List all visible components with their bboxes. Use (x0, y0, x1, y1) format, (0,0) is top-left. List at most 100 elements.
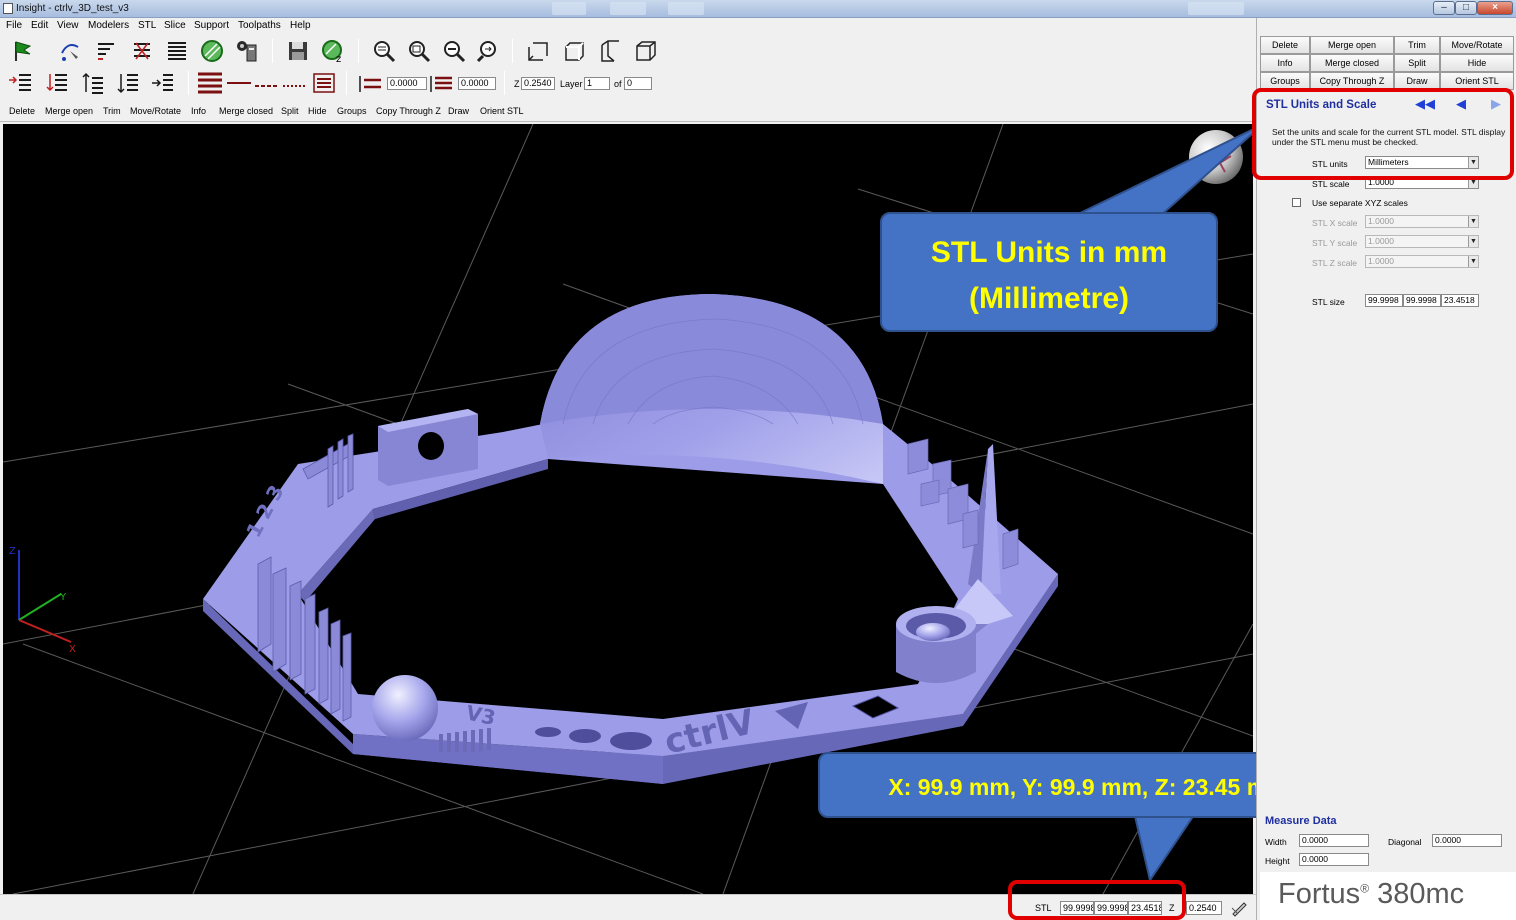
lines-left-icon[interactable] (92, 38, 120, 64)
menu-support[interactable]: Support (194, 20, 229, 31)
zoom-out-icon[interactable] (440, 38, 468, 64)
stl-size-y: 99.9998 (1403, 294, 1441, 307)
axis-x-label: X (69, 644, 76, 655)
titlebar-decoration (1188, 2, 1244, 15)
save-disk-icon[interactable] (284, 38, 312, 64)
line-width-field[interactable]: 0.0000 (458, 77, 496, 90)
titlebar-decoration (552, 2, 586, 15)
view-front-icon[interactable] (524, 38, 552, 64)
panel-move-rotate-button[interactable]: Move/Rotate (1440, 36, 1514, 54)
layer-count-field: 0 (624, 77, 652, 90)
menu-edit[interactable]: Edit (31, 20, 48, 31)
layer-field[interactable]: 1 (584, 77, 610, 90)
title-bar: Insight - ctrlv_3D_test_v3 – □ × (0, 0, 1516, 18)
measure-data-title: Measure Data (1265, 815, 1337, 827)
circle-z-icon[interactable]: z (319, 38, 347, 64)
action-info[interactable]: Info (191, 106, 206, 116)
action-delete[interactable]: Delete (9, 106, 35, 116)
circle-hatch-icon[interactable] (198, 38, 226, 64)
model-dome (540, 294, 883, 484)
insight-app: Insight - ctrlv_3D_test_v3 – □ × File Ed… (0, 0, 1516, 920)
pencil-measure-icon[interactable] (1230, 899, 1248, 917)
arrow-up-lines-icon[interactable] (80, 70, 108, 96)
stl-size-z: 23.4518 (1441, 294, 1479, 307)
units-callout-line2: (Millimetre) (968, 282, 1130, 315)
dotted-line-icon[interactable] (281, 70, 309, 96)
close-button[interactable]: × (1477, 1, 1513, 15)
stl-x-scale-dropdown[interactable]: 1.0000 ▼ (1365, 215, 1479, 228)
minimize-button[interactable]: – (1433, 1, 1455, 15)
view-box-icon[interactable] (632, 38, 660, 64)
table-lines-icon[interactable] (310, 70, 338, 96)
view-side-icon[interactable] (596, 38, 624, 64)
separate-xyz-label: Use separate XYZ scales (1312, 198, 1408, 208)
lines-cross-icon[interactable] (128, 38, 156, 64)
action-orient-stl[interactable]: Orient STL (480, 106, 524, 116)
axis-z-label: Z (9, 546, 16, 557)
model-cylinder (896, 606, 976, 683)
line-spacing-icon (356, 70, 384, 96)
stl-z-scale-dropdown[interactable]: 1.0000 ▼ (1365, 255, 1479, 268)
axis-y-label: Y (59, 592, 67, 603)
model-sphere (372, 675, 438, 741)
toolbar-separator (504, 71, 505, 95)
menu-file[interactable]: File (6, 20, 22, 31)
chevron-down-icon: ▼ (1468, 216, 1478, 227)
toolbar-secondary: 0.0000 0.0000 Z 0.2540 Layer 1 of 0 (0, 67, 1256, 100)
panel-merge-open-button[interactable]: Merge open (1310, 36, 1394, 54)
zoom-box-icon[interactable] (405, 38, 433, 64)
toolbar-separator (188, 71, 189, 95)
action-trim[interactable]: Trim (103, 106, 121, 116)
menu-toolpaths[interactable]: Toolpaths (238, 20, 281, 31)
z-height-field[interactable]: 0.2540 (521, 77, 555, 90)
toolbar-main: z (0, 35, 1256, 67)
menu-stl[interactable]: STL (138, 20, 156, 31)
arrow-lines-2-icon[interactable] (44, 70, 72, 96)
arrow-down-lines-icon[interactable] (115, 70, 143, 96)
line-spacing-field[interactable]: 0.0000 (387, 77, 427, 90)
action-hide[interactable]: Hide (308, 106, 327, 116)
menu-help[interactable]: Help (290, 20, 311, 31)
view-iso-icon[interactable] (560, 38, 588, 64)
pen-curve-icon[interactable] (56, 38, 84, 64)
separate-xyz-checkbox[interactable] (1292, 198, 1301, 207)
flag-icon[interactable] (8, 38, 36, 64)
stl-y-scale-label: STL Y scale (1312, 238, 1358, 248)
action-draw[interactable]: Draw (448, 106, 469, 116)
toolbar-separator (346, 71, 347, 95)
action-groups[interactable]: Groups (337, 106, 367, 116)
brand-logo: Fortus® 380mc (1260, 872, 1516, 920)
arrow-right-lines-icon[interactable] (150, 70, 178, 96)
z-label: Z (514, 79, 520, 89)
axis-indicator: Z Y X (9, 546, 76, 655)
action-merge-open[interactable]: Merge open (45, 106, 93, 116)
action-merge-closed[interactable]: Merge closed (219, 106, 273, 116)
single-line-icon[interactable] (225, 70, 253, 96)
action-copy-through-z[interactable]: Copy Through Z (376, 106, 441, 116)
panel-hide-button[interactable]: Hide (1440, 54, 1514, 72)
lines-hatch-icon[interactable] (163, 38, 191, 64)
width-label: Width (1265, 837, 1287, 847)
dashed-line-icon[interactable] (253, 70, 281, 96)
panel-split-button[interactable]: Split (1394, 54, 1440, 72)
zoom-in-icon[interactable] (370, 38, 398, 64)
panel-trim-button[interactable]: Trim (1394, 36, 1440, 54)
action-split[interactable]: Split (281, 106, 299, 116)
line-width-icon (427, 70, 455, 96)
arrow-lines-1-icon[interactable] (6, 70, 34, 96)
gear-tower-icon[interactable] (233, 38, 261, 64)
menu-modelers[interactable]: Modelers (88, 20, 129, 31)
stl-y-scale-dropdown[interactable]: 1.0000 ▼ (1365, 235, 1479, 248)
menu-view[interactable]: View (57, 20, 79, 31)
panel-delete-button[interactable]: Delete (1260, 36, 1310, 54)
panel-merge-closed-button[interactable]: Merge closed (1310, 54, 1394, 72)
menu-slice[interactable]: Slice (164, 20, 186, 31)
units-callout: STL Units in mm (Millimetre) (880, 212, 1218, 332)
action-move-rotate[interactable]: Move/Rotate (130, 106, 181, 116)
action-bar: Delete Merge open Trim Move/Rotate Info … (0, 100, 1256, 122)
thick-lines-icon[interactable] (196, 70, 224, 96)
diagonal-field: 0.0000 (1432, 834, 1502, 847)
panel-info-button[interactable]: Info (1260, 54, 1310, 72)
maximize-button[interactable]: □ (1455, 1, 1477, 15)
zoom-pan-icon[interactable] (475, 38, 503, 64)
